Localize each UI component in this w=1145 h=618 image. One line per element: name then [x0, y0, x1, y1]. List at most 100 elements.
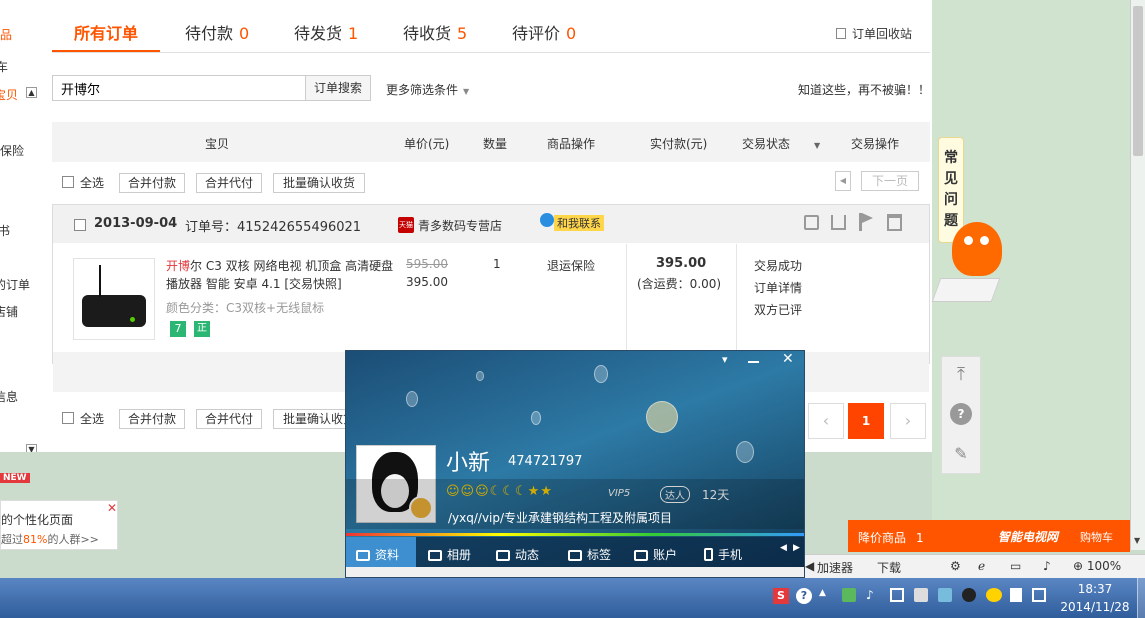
tab-pending-payment[interactable]: 待付款 0: [185, 20, 249, 44]
promo-box[interactable]: 的个性化页面 超过81%的人群>> ✕: [0, 500, 118, 550]
mascot-icon[interactable]: [952, 222, 1002, 276]
sidebar-item[interactable]: 书: [0, 222, 10, 239]
tab-profile[interactable]: 资料: [356, 541, 399, 569]
sidebar-item[interactable]: 品: [0, 26, 12, 43]
sidebar-item[interactable]: 车: [0, 58, 8, 75]
delete-icon[interactable]: [887, 214, 902, 231]
tab-album[interactable]: 相册: [428, 541, 471, 569]
flag-icon[interactable]: [859, 213, 873, 231]
wangwang-tray-icon[interactable]: [986, 588, 1002, 602]
sogou-ime-icon[interactable]: S: [773, 588, 789, 604]
tab-tags[interactable]: 标签: [568, 541, 611, 569]
app-tray-icon[interactable]: [938, 588, 952, 602]
tab-feed[interactable]: 动态: [496, 541, 539, 569]
tabs-right-arrow[interactable]: ▶: [793, 543, 800, 553]
feedback-pencil-icon[interactable]: ✎: [951, 444, 971, 464]
close-button[interactable]: ✕: [782, 351, 794, 367]
order-number: 订单号：415242655496021: [185, 220, 362, 235]
tab-all-orders[interactable]: 所有订单: [74, 20, 138, 44]
next-page-arrow[interactable]: ›: [890, 403, 926, 439]
recycle-bin-link[interactable]: 订单回收站: [836, 25, 912, 42]
select-all-checkbox-bottom[interactable]: [62, 412, 74, 424]
anti-fraud-notice[interactable]: 知道这些，再不被骗！！: [798, 81, 930, 98]
column-header: 实付款(元): [650, 137, 708, 151]
tray-expand-icon[interactable]: ▲: [819, 588, 826, 598]
order-search-input[interactable]: [52, 75, 306, 101]
zoom-level[interactable]: ⊕ 100%: [1073, 559, 1121, 573]
tab-mobile[interactable]: 手机: [704, 541, 742, 569]
sidebar-item[interactable]: 宝贝: [0, 86, 18, 103]
contact-seller-button[interactable]: 和我联系: [554, 215, 604, 231]
tabs-left-arrow[interactable]: ◀: [780, 543, 787, 553]
review-status-link[interactable]: 双方已评: [754, 301, 802, 318]
scroll-left-arrow[interactable]: ◀: [805, 559, 814, 573]
product-title-link[interactable]: 开博尔 C3 双核 网络电视 机顶盒 高清硬盘播放器 智能 安卓 4.1 [交易…: [166, 257, 398, 293]
mascot-eye: [980, 236, 989, 245]
select-all-checkbox[interactable]: [62, 176, 74, 188]
genuine-badge[interactable]: 正: [194, 321, 210, 337]
current-page-button[interactable]: 1: [848, 403, 884, 439]
tab-pending-shipment[interactable]: 待发货 1: [294, 20, 358, 44]
signature-text[interactable]: /yxq//vip/专业承建钢结构工程及附属项目: [448, 509, 672, 526]
volume-tray-icon[interactable]: ♪: [866, 588, 874, 602]
back-to-top-icon[interactable]: ⤒: [951, 366, 971, 384]
order-checkbox[interactable]: [74, 219, 86, 231]
faq-button[interactable]: 常见问题: [938, 137, 964, 243]
close-icon[interactable]: ✕: [107, 501, 117, 515]
vertical-scrollbar[interactable]: ▼: [1130, 0, 1145, 550]
ie-icon[interactable]: ℯ: [978, 559, 985, 573]
settings-icon[interactable]: ⚙: [950, 559, 961, 573]
sidebar-item[interactable]: 店铺: [0, 303, 18, 320]
monitor-tray-icon[interactable]: [890, 588, 904, 602]
scroll-down-arrow[interactable]: ▼: [1134, 536, 1140, 545]
clock-time[interactable]: 18:37: [1060, 582, 1130, 596]
product-thumbnail[interactable]: [73, 258, 155, 340]
wangwang-icon: [540, 213, 554, 227]
show-desktop-button[interactable]: [1137, 578, 1145, 618]
help-icon[interactable]: ?: [950, 403, 972, 425]
merge-proxy-pay-button[interactable]: 合并代付: [196, 173, 262, 193]
shop-link[interactable]: 青多数码专营店: [418, 217, 502, 234]
new-badge: NEW: [0, 473, 30, 483]
expand-icon[interactable]: ▼: [26, 444, 37, 452]
window-icon[interactable]: ▭: [1010, 559, 1021, 573]
tab-account[interactable]: 账户: [634, 541, 677, 569]
tab-pending-review[interactable]: 待评价 0: [512, 20, 576, 44]
next-page-button[interactable]: 下一页: [861, 171, 919, 191]
share-icon[interactable]: [804, 215, 819, 230]
app-tray-icon[interactable]: [914, 588, 928, 602]
screen-tray-icon[interactable]: [1032, 588, 1046, 602]
minimize-button[interactable]: [748, 361, 759, 363]
prev-page-button[interactable]: ◀: [835, 171, 851, 191]
tab-pending-receipt[interactable]: 待收货 5: [403, 20, 467, 44]
prev-page-button[interactable]: ‹: [808, 403, 844, 439]
skin-icon[interactable]: ▾: [722, 353, 728, 366]
clock-date[interactable]: 2014/11/28: [1056, 600, 1134, 614]
accelerator-button[interactable]: 加速器: [817, 559, 853, 576]
status-filter[interactable]: 交易状态 ▼: [742, 135, 820, 152]
quantity: 1: [493, 257, 501, 271]
export-icon[interactable]: [831, 215, 846, 230]
sidebar-item[interactable]: 的订单: [0, 276, 30, 293]
qq-tray-icon[interactable]: [962, 588, 976, 602]
return-insurance-link[interactable]: 退运保险: [547, 257, 595, 274]
batch-confirm-button[interactable]: 批量确认收货: [273, 173, 365, 193]
merge-pay-button[interactable]: 合并付款: [119, 173, 185, 193]
scroll-thumb[interactable]: [1133, 6, 1143, 156]
collapse-icon[interactable]: ▲: [26, 87, 37, 98]
more-filters-link[interactable]: 更多筛选条件 ▼: [386, 81, 469, 98]
order-search-button[interactable]: 订单搜索: [305, 75, 371, 101]
sidebar-item[interactable]: 信息: [0, 388, 18, 405]
price-drop-bar[interactable]: 降价商品 1 智能电视网 购物车: [848, 520, 1130, 552]
seven-day-return-badge[interactable]: 7: [170, 321, 186, 337]
network-tray-icon[interactable]: [842, 588, 856, 602]
help-tray-icon[interactable]: ?: [796, 588, 812, 604]
order-detail-link[interactable]: 订单详情: [754, 279, 802, 296]
merge-pay-button-bottom[interactable]: 合并付款: [119, 409, 185, 429]
flag-tray-icon[interactable]: [1010, 588, 1022, 602]
merge-proxy-pay-button-bottom[interactable]: 合并代付: [196, 409, 262, 429]
sidebar-item[interactable]: 保险: [0, 142, 24, 159]
speaker-icon[interactable]: ♪: [1043, 559, 1051, 573]
cart-link[interactable]: 购物车: [1080, 529, 1113, 545]
download-button[interactable]: 下载: [877, 559, 901, 576]
